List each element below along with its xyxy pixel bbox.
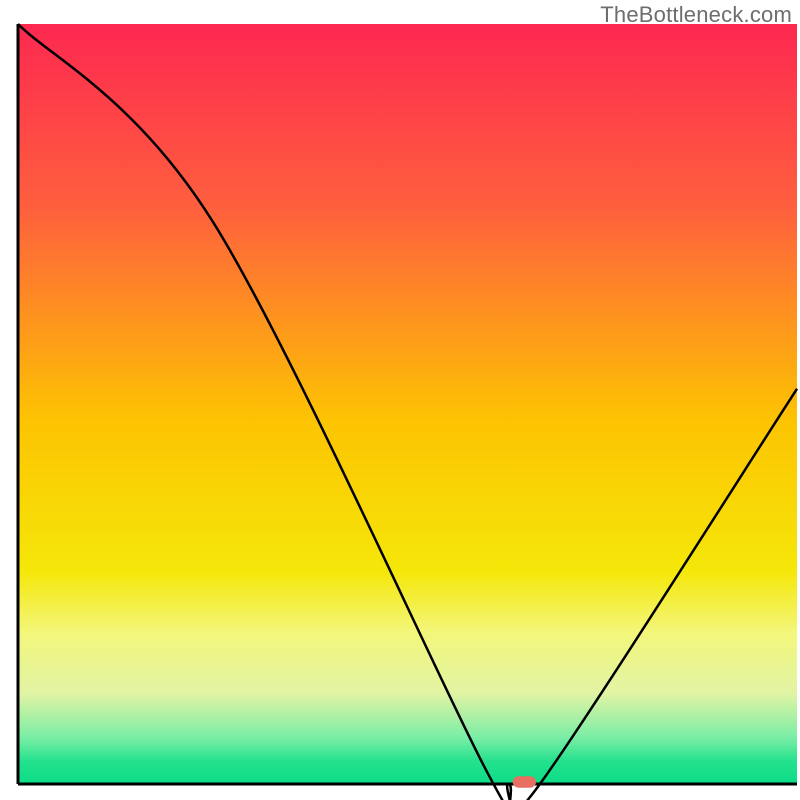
chart-frame: TheBottleneck.com	[0, 0, 800, 800]
optimum-marker	[513, 776, 536, 787]
plot-background	[18, 24, 797, 784]
bottleneck-chart	[0, 0, 800, 800]
